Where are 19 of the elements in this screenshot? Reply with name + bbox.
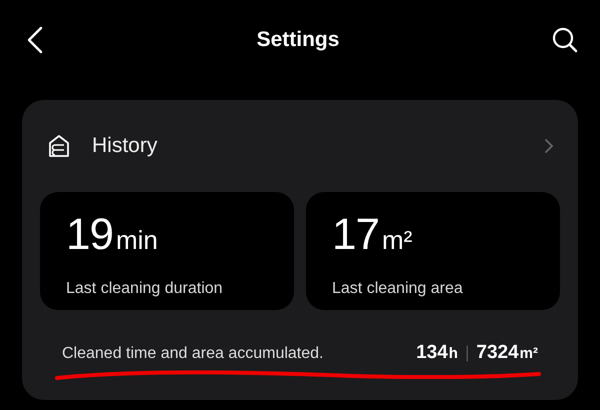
house-icon [48,134,70,158]
page-title: Settings [256,28,340,52]
chevron-right-icon[interactable] [544,138,554,154]
total-time-value: 134 [416,342,448,364]
search-icon[interactable] [552,27,578,53]
separator: | [464,343,470,363]
history-card[interactable]: History 19 min Last cleaning duration 17 m² Last cleaning area Cleaned time and area accumulated. 134h | 7324m² [22,100,578,400]
stat-value: 17 [332,210,379,260]
back-icon[interactable] [26,26,44,54]
section-title: History [92,134,158,158]
stat-label: Last cleaning area [332,280,464,298]
summary-text: Cleaned time and area accumulated. [62,345,324,363]
stat-unit: m² [382,225,412,256]
total-area-value: 7324 [476,342,519,364]
stat-label: Last cleaning duration [66,280,224,298]
stat-unit: min [116,225,158,256]
total-time-unit: h [448,345,458,362]
stat-value: 19 [66,210,113,260]
total-area-unit: m² [520,345,538,362]
